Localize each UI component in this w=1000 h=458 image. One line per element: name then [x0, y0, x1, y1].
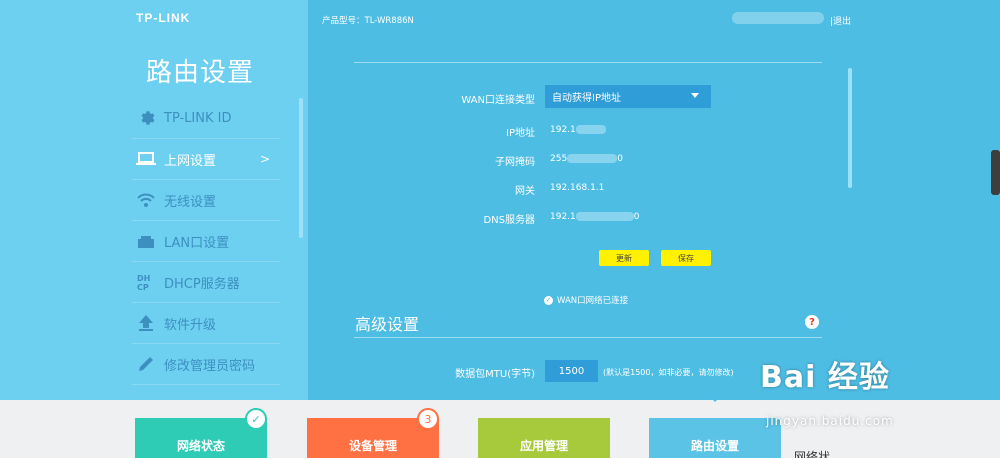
pencil-icon	[134, 355, 158, 373]
sidebar-item-lan[interactable]: LAN口设置	[132, 221, 280, 262]
ip-label: IP地址	[506, 128, 535, 139]
device-count-badge: 3	[417, 408, 439, 430]
sidebar-title: 路由设置	[146, 58, 255, 88]
refresh-button[interactable]: 更新	[599, 250, 649, 266]
baidu-watermark: Bai 经验 jingyan.baidu.com	[760, 352, 893, 428]
active-tab-pointer	[708, 395, 722, 402]
lan-icon	[134, 233, 158, 249]
mask-value-text: 255	[550, 154, 568, 164]
sidebar-item-label: 无线设置	[164, 194, 217, 210]
tab-app-management[interactable]: 应用管理	[478, 418, 610, 458]
redaction	[575, 212, 634, 221]
mtu-hint: (默认是1500，如非必要，请勿修改)	[603, 368, 734, 377]
check-icon: ✓	[544, 295, 553, 305]
watermark-brand: Bai 经验	[760, 360, 890, 395]
page-scrollbar[interactable]	[991, 150, 1000, 195]
caret-down-icon	[691, 93, 699, 98]
gateway-label: 网关	[515, 186, 535, 197]
sidebar-item-dhcp[interactable]: DH CP DHCP服务器	[132, 262, 280, 303]
mtu-label: 数据包MTU(字节)	[455, 369, 535, 380]
watermark-url: jingyan.baidu.com	[766, 414, 894, 428]
tab-label: 应用管理	[519, 438, 568, 453]
tab-label: 路由设置	[690, 438, 739, 453]
logout-link[interactable]: |退出	[830, 14, 851, 27]
top-divider	[354, 62, 822, 63]
redaction	[575, 125, 606, 134]
save-button[interactable]: 保存	[661, 250, 711, 266]
wifi-icon	[134, 192, 158, 208]
sidebar-scrollbar[interactable]	[299, 98, 303, 238]
redaction	[567, 154, 618, 163]
chevron-right-icon: >	[259, 152, 270, 166]
sidebar-menu: TP-LINK ID 上网设置 > 无线设置 LAN口设置 DHCP DHCP	[132, 98, 280, 385]
dns-suffix: 0	[633, 212, 640, 222]
laptop-icon	[134, 152, 158, 166]
dns-value: 192.1 0	[550, 212, 640, 222]
sidebar: TP-LINK 路由设置 TP-LINK ID 上网设置 > 无线设置 LAN口…	[0, 0, 308, 400]
main-scrollbar[interactable]	[848, 68, 852, 188]
wan-type-select[interactable]: 自动获得IP地址	[545, 85, 711, 108]
dns-value-text: 192.1	[550, 212, 576, 222]
product-model: 产品型号：TL-WR886N	[322, 16, 414, 26]
username-blurred	[732, 12, 824, 24]
svg-text:DH: DH	[137, 274, 150, 283]
ip-value: 192.1	[550, 125, 606, 135]
mask-value: 255 0	[550, 154, 623, 164]
tp-link-logo: TP-LINK	[136, 11, 191, 25]
sidebar-item-tplink-id[interactable]: TP-LINK ID	[132, 98, 280, 139]
tab-device-management[interactable]: 设备管理 3	[307, 408, 439, 458]
sidebar-item-internet[interactable]: 上网设置 >	[132, 139, 280, 180]
sidebar-item-label: DHCP服务器	[164, 276, 240, 292]
bottom-cut-text: 网络状	[794, 450, 831, 458]
gear-icon	[134, 109, 158, 127]
sidebar-item-wireless[interactable]: 无线设置	[132, 180, 280, 221]
wan-type-label: WAN口连接类型	[461, 95, 535, 106]
tab-router-settings[interactable]: 路由设置	[649, 418, 781, 458]
mask-suffix: 0	[617, 154, 623, 164]
dns-label: DNS服务器	[483, 215, 535, 226]
mask-label: 子网掩码	[495, 157, 535, 168]
wan-status: ✓ WAN口网络已连接	[544, 294, 628, 306]
tab-label: 网络状态	[176, 438, 225, 453]
mtu-input[interactable]: 1500	[545, 360, 598, 382]
check-badge-icon: ✓	[245, 408, 267, 430]
sidebar-item-label: 修改管理员密码	[164, 358, 256, 374]
tab-network-status[interactable]: 网络状态 ✓	[135, 408, 267, 458]
ip-value-text: 192.1	[550, 125, 576, 135]
wan-status-text: WAN口网络已连接	[557, 296, 629, 306]
sidebar-item-label: TP-LINK ID	[164, 110, 232, 126]
advanced-settings-title: 高级设置	[355, 315, 420, 334]
sidebar-item-label: 上网设置	[164, 153, 217, 169]
sidebar-item-upgrade[interactable]: 软件升级	[132, 303, 280, 344]
advanced-divider	[354, 337, 822, 338]
sidebar-item-label: 软件升级	[164, 317, 217, 333]
sidebar-item-label: LAN口设置	[164, 235, 230, 251]
sidebar-item-password[interactable]: 修改管理员密码	[132, 344, 280, 385]
tab-label: 设备管理	[348, 438, 397, 453]
dhcp-icon: DH CP	[134, 272, 158, 292]
help-icon[interactable]: ?	[805, 315, 819, 329]
gateway-value: 192.168.1.1	[550, 183, 605, 193]
upload-icon	[134, 314, 158, 332]
svg-text:CP: CP	[137, 283, 149, 292]
wan-type-value: 自动获得IP地址	[552, 93, 621, 104]
